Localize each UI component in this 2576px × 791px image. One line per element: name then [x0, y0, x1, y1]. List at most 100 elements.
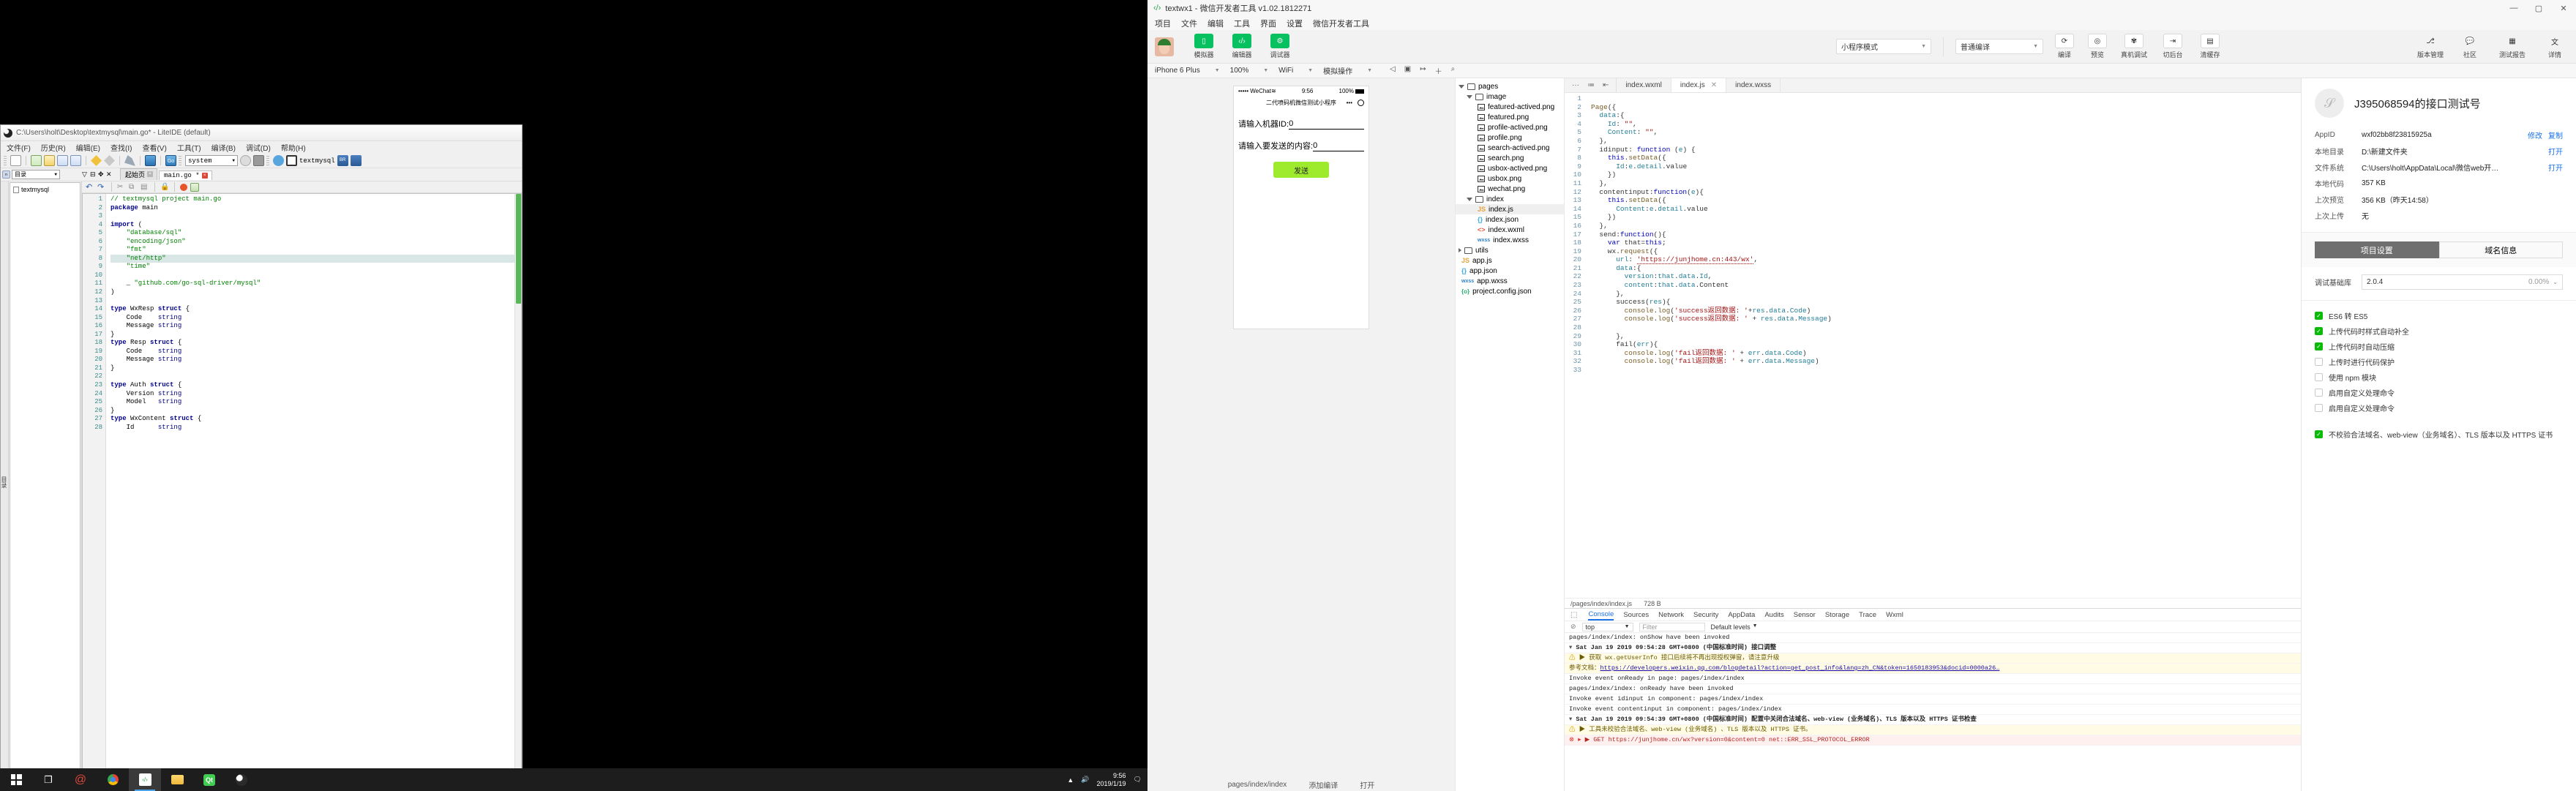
file-tree-item[interactable]: utils: [1456, 245, 1564, 255]
code-line[interactable]: type WxResp struct {: [111, 305, 521, 314]
start-icon[interactable]: [0, 768, 32, 791]
wx-menu-file[interactable]: 文件: [1181, 18, 1197, 29]
checkbox-domain-check[interactable]: ✓: [2315, 430, 2323, 438]
code-line[interactable]: [111, 372, 521, 381]
run-icon[interactable]: [350, 155, 362, 166]
filter-icon[interactable]: ▽: [82, 170, 90, 179]
file-tree-item[interactable]: profile-actived.png: [1456, 122, 1564, 132]
code-line[interactable]: "net/http": [111, 254, 521, 263]
code-line[interactable]: }: [111, 331, 521, 340]
liteide-file-tree[interactable]: textmysql: [10, 182, 80, 781]
preview-button[interactable]: ◎ 预览: [2083, 34, 2111, 59]
code-line[interactable]: this.setData({: [1591, 154, 2301, 162]
file-tree-item[interactable]: wxss app.wxss: [1456, 276, 1564, 286]
save-file-icon[interactable]: [57, 155, 68, 166]
console-tab-trace[interactable]: Trace: [1859, 611, 1876, 619]
test-report-button[interactable]: ▦ 测试报告: [2496, 34, 2529, 59]
editor-button[interactable]: ‹/› 编辑器: [1228, 34, 1256, 59]
code-line[interactable]: ): [111, 288, 521, 297]
code-line[interactable]: [111, 297, 521, 306]
console-tab-sensor[interactable]: Sensor: [1794, 611, 1816, 619]
tab-start-page[interactable]: 起始页 ×: [120, 168, 158, 180]
settings-gear-icon[interactable]: [273, 155, 284, 166]
close-panel-icon[interactable]: ✕: [106, 170, 114, 179]
mode-select[interactable]: 小程序模式 ▼: [1836, 39, 1931, 54]
code-line[interactable]: "encoding/json": [111, 238, 521, 247]
console-log-entry[interactable]: ▾ Sat Jan 19 2019 09:54:39 GMT+0800 (中国标…: [1565, 715, 2301, 725]
details-button[interactable]: 文 详情: [2541, 34, 2569, 59]
simulator-button[interactable]: ▯ 模拟器: [1190, 34, 1218, 59]
cut-icon[interactable]: ✂: [117, 183, 126, 192]
run-file-icon[interactable]: [190, 182, 199, 192]
code-line[interactable]: [1591, 94, 2301, 103]
code-line[interactable]: Content: "",: [1591, 128, 2301, 137]
simulate-action-select[interactable]: 模拟操作 ▼: [1323, 65, 1382, 76]
file-tree-item[interactable]: JS index.js: [1456, 204, 1564, 214]
toolbar-grip[interactable]: [179, 155, 181, 166]
console-tab-console[interactable]: Console: [1588, 609, 1614, 621]
search-icon[interactable]: ⌕: [1451, 65, 1456, 76]
code-line[interactable]: console.log('fail返回数据: ' + err.data.Mess…: [1591, 357, 2301, 366]
code-line[interactable]: Id: "",: [1591, 120, 2301, 129]
console-tab-sources[interactable]: Sources: [1623, 611, 1649, 619]
code-line[interactable]: Page({: [1591, 103, 2301, 112]
code-line[interactable]: }: [111, 407, 521, 416]
menu-help[interactable]: 帮助(H): [281, 142, 306, 153]
file-tree-item[interactable]: {} app.json: [1456, 266, 1564, 276]
content-input[interactable]: 0: [1313, 141, 1364, 151]
more-icon[interactable]: ···: [1572, 81, 1579, 89]
toolbar-grip[interactable]: [266, 155, 269, 166]
code-line[interactable]: // textmysql project main.go: [111, 195, 521, 204]
code-line[interactable]: Id:e.detail.value: [1591, 162, 2301, 171]
code-line[interactable]: "fmt": [111, 246, 521, 255]
code-line[interactable]: contentinput:function(e){: [1591, 188, 2301, 197]
code-line[interactable]: console.log('fail返回数据: ' + err.data.Code…: [1591, 349, 2301, 358]
minimize-button[interactable]: —: [2501, 0, 2526, 16]
version-button[interactable]: ⎇ 版本管理: [2416, 34, 2444, 59]
file-tree-item[interactable]: image: [1456, 91, 1564, 102]
code-line[interactable]: this.setData({: [1591, 196, 2301, 205]
debug-library-select[interactable]: 2.0.4 0.00% ⌄: [2362, 274, 2563, 290]
chevron-down-icon[interactable]: [1459, 84, 1464, 89]
toolbar-grip[interactable]: [4, 155, 7, 166]
console-tab-storage[interactable]: Storage: [1825, 611, 1849, 619]
code-line[interactable]: fail(err){: [1591, 340, 2301, 349]
clear-cache-button[interactable]: ▤ 清缓存: [2194, 34, 2226, 59]
chevron-right-icon[interactable]: [1459, 248, 1461, 252]
code-line[interactable]: Message string: [111, 356, 521, 364]
code-line[interactable]: },: [1591, 222, 2301, 230]
liteide-code-editor[interactable]: 1 2 3 4 5 6 7 8 9 10 11 12 13 14 15 16 17 18 19 20 21 22 23 24 2…: [82, 193, 522, 780]
code-line[interactable]: console.log('success返回数据: ' + res.data.M…: [1591, 315, 2301, 323]
code-line[interactable]: "database/sql": [111, 229, 521, 238]
action-打开[interactable]: 打开: [2548, 162, 2563, 173]
console-tab-appdata[interactable]: AppData: [1728, 611, 1755, 619]
compile-button[interactable]: ⟳ 编译: [2051, 34, 2078, 59]
home-icon[interactable]: [145, 155, 156, 166]
br-icon[interactable]: BR: [337, 155, 348, 166]
console-tab-wxml[interactable]: Wxml: [1886, 611, 1903, 619]
file-tree-item[interactable]: {o} project.config.json: [1456, 286, 1564, 296]
stop-icon[interactable]: [253, 155, 264, 166]
more-dots-icon[interactable]: •••: [1347, 100, 1352, 106]
menu-history[interactable]: 历史(R): [41, 142, 66, 153]
new-file-icon[interactable]: [10, 155, 21, 166]
checkbox[interactable]: [2315, 358, 2323, 366]
setting-checkbox-row[interactable]: 使用 npm 模块: [2315, 370, 2563, 385]
code-line[interactable]: success(res){: [1591, 298, 2301, 307]
tab-index-js[interactable]: index.js ✕: [1671, 78, 1727, 92]
code-line[interactable]: data:{: [1591, 111, 2301, 120]
console-log-entry[interactable]: Invoke event contentinput in component: …: [1565, 705, 2301, 715]
clear-console-icon[interactable]: ⊘: [1570, 623, 1576, 631]
forward-icon[interactable]: [104, 155, 115, 166]
console-tab-network[interactable]: Network: [1658, 611, 1684, 619]
tab-main-go[interactable]: main.go * ×: [159, 170, 212, 180]
compile-select[interactable]: 普通编译 ▼: [1955, 39, 2043, 54]
format-icon[interactable]: ≔: [1587, 81, 1595, 89]
console-filter-input[interactable]: Filter: [1639, 622, 1705, 631]
sidebar-mode-select[interactable]: 目录 ▼: [12, 170, 60, 179]
qt-icon[interactable]: Qt: [193, 768, 225, 791]
liteide-side-rail[interactable]: 目录: [1, 181, 9, 780]
code-line[interactable]: },: [1591, 179, 2301, 188]
console-log-entry[interactable]: ⊗ ▸ ▶ GET https://junjhome.cn/wx?version…: [1565, 735, 2301, 746]
build-tools-icon[interactable]: [124, 155, 135, 166]
